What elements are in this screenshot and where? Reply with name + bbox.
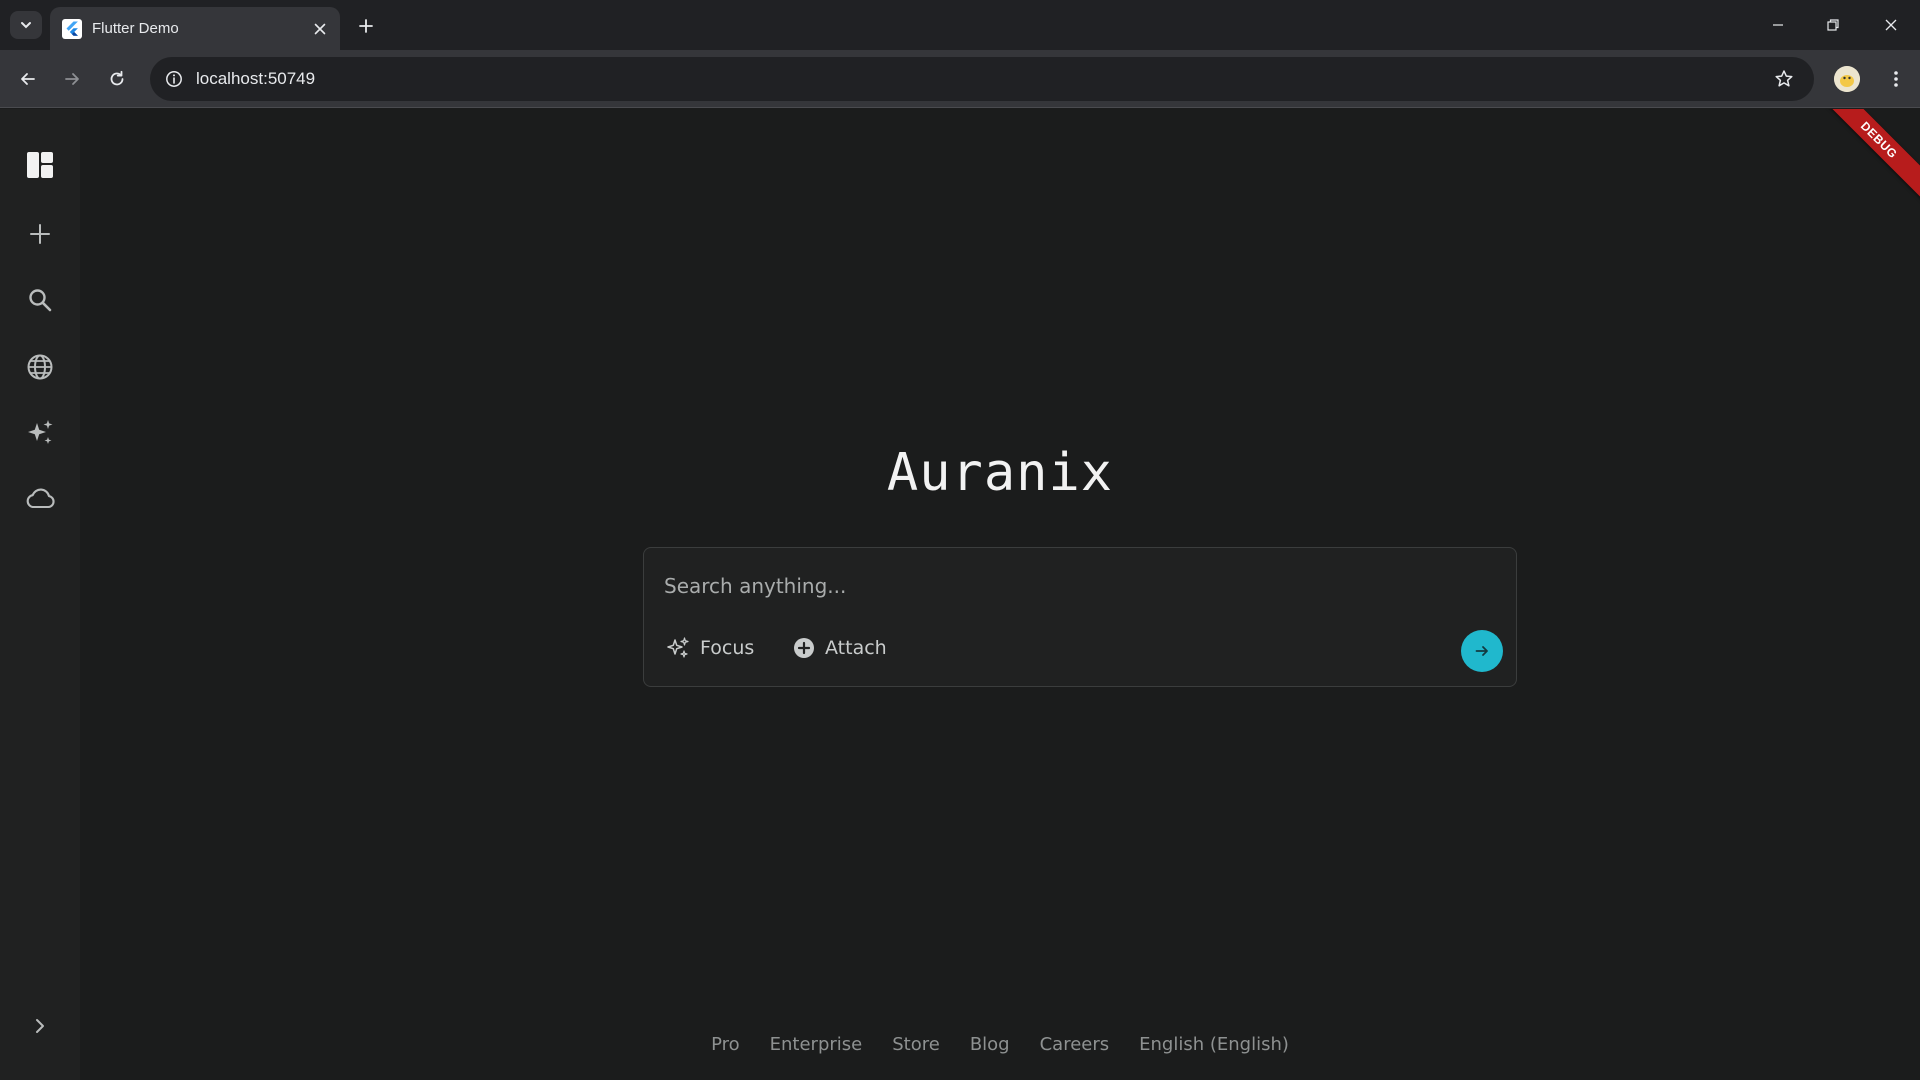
address-bar[interactable] xyxy=(150,57,1814,101)
browser-toolbar xyxy=(0,50,1920,108)
close-icon xyxy=(314,23,326,34)
sparkles-icon xyxy=(28,420,53,444)
reload-icon xyxy=(110,70,124,86)
chevron-right-icon xyxy=(36,1019,44,1033)
bookmark-button[interactable] xyxy=(1768,63,1800,95)
search-card: Focus Attach xyxy=(643,547,1517,687)
kebab-menu-icon xyxy=(1894,71,1898,87)
focus-button[interactable]: Focus xyxy=(666,630,754,666)
search-icon xyxy=(29,289,52,312)
sidebar-item-ai[interactable] xyxy=(16,409,64,457)
arrow-right-icon xyxy=(1475,646,1488,656)
minimize-button[interactable] xyxy=(1755,8,1801,42)
sidebar-item-search[interactable] xyxy=(16,276,64,324)
url-input[interactable] xyxy=(196,69,1768,89)
footer-links: Pro Enterprise Store Blog Careers Englis… xyxy=(80,1034,1920,1055)
brand-title: Auranix xyxy=(886,443,1114,503)
search-input[interactable] xyxy=(664,570,1494,602)
back-button[interactable] xyxy=(12,63,44,95)
browser-tab-active[interactable]: Flutter Demo xyxy=(50,7,340,50)
main-content: Auranix Focus Attach xyxy=(80,109,1920,1080)
app-viewport: Auranix Focus Attach xyxy=(0,109,1920,1080)
restore-icon xyxy=(1827,19,1839,31)
browser-titlebar: Flutter Demo xyxy=(0,0,1920,50)
close-window-button[interactable] xyxy=(1868,8,1914,42)
site-info-button[interactable] xyxy=(160,65,188,93)
sidebar-item-new[interactable] xyxy=(16,210,64,258)
attach-button[interactable]: Attach xyxy=(793,630,887,666)
attach-label: Attach xyxy=(825,637,887,659)
sidebar-item-discover[interactable] xyxy=(16,343,64,391)
cloud-icon xyxy=(26,488,55,509)
submit-button[interactable] xyxy=(1461,630,1503,672)
footer-link-language[interactable]: English (English) xyxy=(1139,1034,1289,1055)
close-icon xyxy=(1885,19,1897,31)
footer-link-enterprise[interactable]: Enterprise xyxy=(770,1034,863,1055)
add-circle-icon xyxy=(794,638,814,658)
tab-search-button[interactable] xyxy=(10,11,42,39)
forward-button[interactable] xyxy=(56,63,88,95)
new-tab-button[interactable] xyxy=(352,12,380,40)
profile-avatar[interactable] xyxy=(1834,66,1860,92)
plus-icon xyxy=(359,19,373,33)
footer-link-store[interactable]: Store xyxy=(892,1034,940,1055)
arrow-right-icon xyxy=(65,73,79,85)
footer-link-blog[interactable]: Blog xyxy=(970,1034,1010,1055)
sidebar-item-cloud[interactable] xyxy=(16,475,64,523)
info-icon xyxy=(166,71,182,87)
reload-button[interactable] xyxy=(101,63,133,95)
footer-link-pro[interactable]: Pro xyxy=(711,1034,740,1055)
sidebar-expand-button[interactable] xyxy=(16,1002,64,1050)
chevron-down-icon xyxy=(21,22,31,29)
sparkles-icon xyxy=(667,637,689,658)
minimize-icon xyxy=(1773,24,1783,26)
arrow-left-icon xyxy=(21,73,35,85)
sidebar xyxy=(0,109,80,1080)
globe-icon xyxy=(27,354,53,380)
sidebar-item-layout[interactable] xyxy=(16,141,64,189)
avatar-icon xyxy=(1834,66,1860,92)
layout-grid-icon xyxy=(27,152,53,178)
tab-title: Flutter Demo xyxy=(92,20,179,37)
focus-label: Focus xyxy=(700,637,755,659)
flutter-logo-icon xyxy=(62,18,82,39)
footer-link-careers[interactable]: Careers xyxy=(1040,1034,1110,1055)
star-icon xyxy=(1775,70,1793,87)
tab-close-button[interactable] xyxy=(308,17,332,41)
restore-button[interactable] xyxy=(1810,8,1856,42)
plus-icon xyxy=(30,224,50,244)
browser-menu-button[interactable] xyxy=(1880,63,1912,95)
